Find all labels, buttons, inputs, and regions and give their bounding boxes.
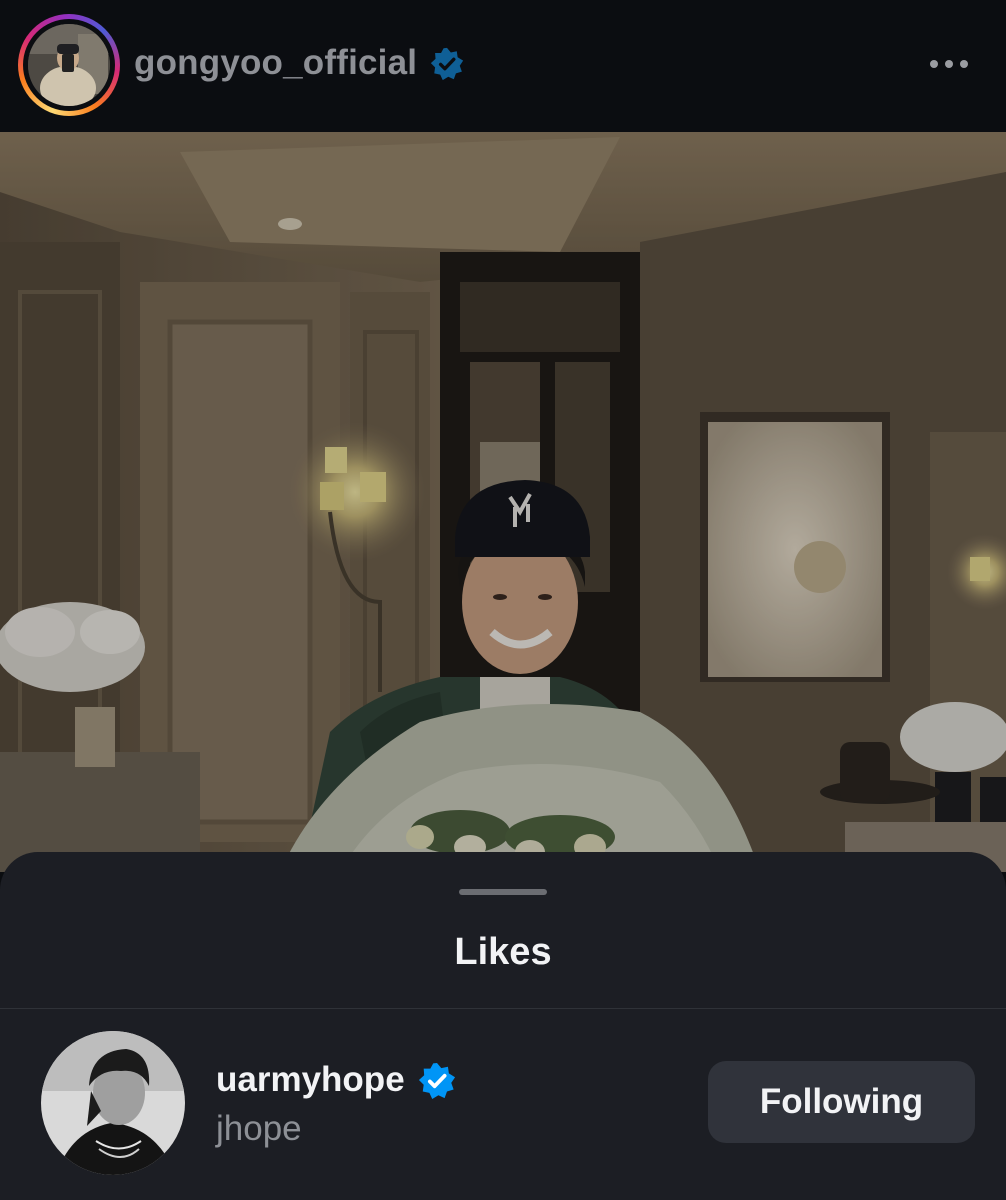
likes-sheet: Likes uarmyhope jhope Following	[0, 852, 1006, 1200]
post-header: gongyoo_official	[0, 0, 1006, 132]
author-username[interactable]: gongyoo_official	[134, 43, 417, 83]
sheet-drag-handle[interactable]	[459, 889, 547, 895]
liker-avatar-image	[41, 1031, 185, 1175]
more-options-icon[interactable]	[918, 40, 980, 86]
liker-row[interactable]: uarmyhope jhope Following	[0, 1009, 1006, 1200]
story-ring-inner	[23, 19, 115, 111]
sheet-title: Likes	[454, 931, 552, 973]
verified-badge-icon	[430, 47, 464, 81]
post-photo-image	[0, 132, 1006, 872]
author-avatar[interactable]	[28, 24, 110, 106]
instagram-post-screen: gongyoo_official Likes uarmyhope jhope F…	[0, 0, 1006, 1200]
liker-avatar[interactable]	[41, 1031, 185, 1175]
liker-username[interactable]: uarmyhope	[216, 1059, 405, 1101]
following-button[interactable]: Following	[708, 1061, 975, 1143]
author-avatar-image	[28, 24, 110, 106]
story-ring[interactable]	[18, 14, 120, 116]
verified-badge-icon	[418, 1062, 456, 1100]
liker-full-name: jhope	[216, 1109, 302, 1148]
post-photo[interactable]	[0, 132, 1006, 872]
